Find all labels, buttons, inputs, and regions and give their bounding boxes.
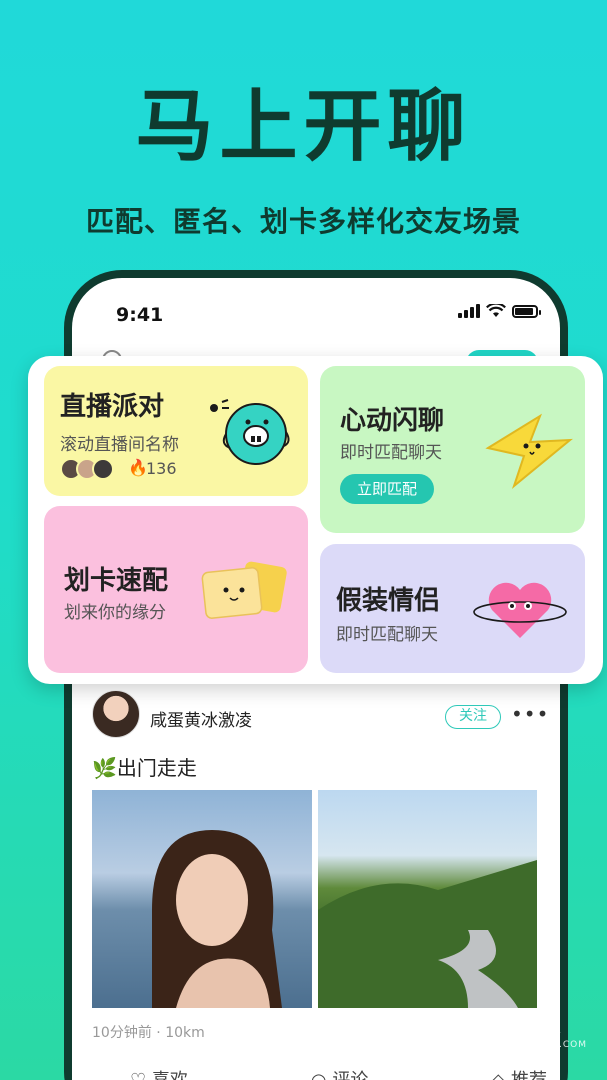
- watermark: 硬件之家 YING JIAN ZHI JIA.COM: [422, 1008, 587, 1050]
- live-party-subtitle: 滚动直播间名称: [60, 435, 179, 455]
- feature-panel: 直播派对 滚动直播间名称 🔥 136 心动闪聊 即时匹配聊天 立即匹配 划卡速配…: [28, 356, 603, 684]
- viewer-avatars: [60, 458, 114, 480]
- leaf-icon: 🌿: [92, 756, 117, 780]
- mic-mascot-icon: [210, 399, 290, 465]
- status-time: 9:41: [116, 304, 164, 326]
- fake-couple-card[interactable]: 假装情侣 即时匹配聊天: [320, 544, 585, 673]
- post-photo-road[interactable]: [318, 790, 537, 1008]
- puzzle-icon: [201, 561, 287, 619]
- live-party-card[interactable]: 直播派对 滚动直播间名称 🔥 136: [44, 366, 308, 496]
- fake-couple-title: 假装情侣: [336, 586, 441, 616]
- match-now-button[interactable]: 立即匹配: [340, 474, 434, 504]
- post-text: 🌿出门走走: [92, 752, 197, 781]
- watermark-text: 硬件之家: [466, 1014, 563, 1039]
- follow-button[interactable]: 关注: [445, 705, 501, 729]
- flash-chat-subtitle: 即时匹配聊天: [340, 443, 442, 463]
- lightning-icon: [485, 413, 573, 489]
- comment-button[interactable]: ○ 评论: [311, 1066, 368, 1080]
- status-icons: [458, 304, 541, 318]
- swipe-match-subtitle: 划来你的缘分: [64, 603, 166, 623]
- post-distance: 10km: [165, 1025, 205, 1041]
- recommend-label: 推荐: [511, 1070, 547, 1080]
- avatar: [92, 458, 114, 480]
- like-label: 喜欢: [152, 1070, 188, 1080]
- more-options-icon[interactable]: •••: [511, 702, 549, 726]
- recommend-button[interactable]: ◇ 推荐: [491, 1066, 547, 1080]
- comment-label: 评论: [332, 1070, 368, 1080]
- post-actions: ♡ 喜欢 ○ 评论 ◇ 推荐: [130, 1066, 547, 1080]
- author-avatar[interactable]: [92, 690, 140, 738]
- like-button[interactable]: ♡ 喜欢: [130, 1066, 188, 1080]
- heart-planet-icon: [473, 582, 567, 638]
- post-time: 10分钟前: [92, 1025, 152, 1041]
- signal-icon: [458, 304, 480, 318]
- author-name[interactable]: 咸蛋黄冰激凌: [150, 706, 252, 731]
- swipe-match-card[interactable]: 划卡速配 划来你的缘分: [44, 506, 308, 673]
- flash-chat-title: 心动闪聊: [340, 406, 445, 436]
- subheadline: 匹配、匿名、划卡多样化交友场景: [85, 205, 521, 238]
- fake-couple-subtitle: 即时匹配聊天: [336, 625, 438, 645]
- road-image: [318, 860, 537, 1008]
- swipe-match-title: 划卡速配: [64, 566, 169, 596]
- fire-icon: 🔥: [128, 458, 148, 477]
- post-photo-portrait[interactable]: [92, 790, 312, 1008]
- wifi-icon: [486, 304, 506, 317]
- live-party-title: 直播派对: [60, 392, 165, 422]
- headline: 马上开聊: [135, 82, 472, 172]
- battery-icon: [512, 304, 541, 318]
- portrait-image: [152, 830, 282, 1008]
- post-meta: 10分钟前 · 10km: [92, 1025, 205, 1041]
- watermark-logo-icon: [423, 1008, 459, 1050]
- flash-chat-card[interactable]: 心动闪聊 即时匹配聊天 立即匹配: [320, 366, 585, 533]
- watermark-subtext: YING JIAN ZHI JIA.COM: [466, 1040, 587, 1050]
- viewer-count: 136: [146, 459, 177, 478]
- post-text-content: 出门走走: [116, 756, 197, 780]
